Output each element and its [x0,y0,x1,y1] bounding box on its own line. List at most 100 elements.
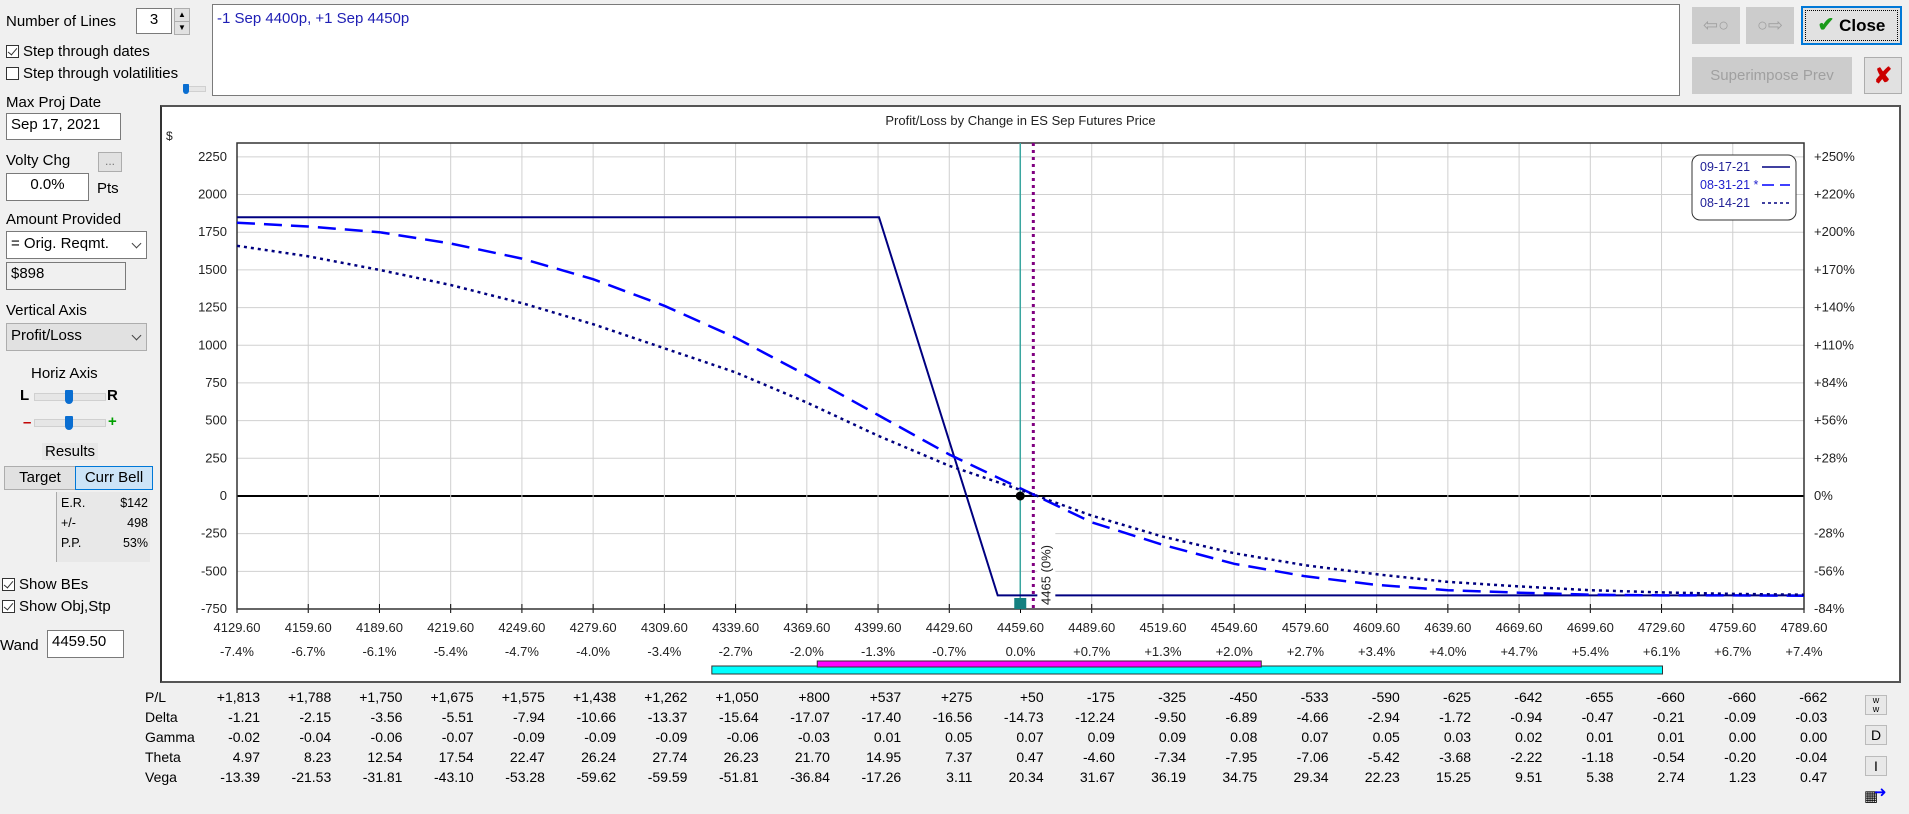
x-tick-label: 4549.60 [1211,620,1258,635]
greeks-cell: -2.22 [1510,749,1543,765]
zoom-plus-icon: + [108,413,117,430]
greeks-cell: 21.70 [794,749,830,765]
chart-panel: Profit/Loss by Change in ES Sep Futures … [160,105,1901,683]
greeks-cell: 29.34 [1293,769,1329,785]
num-lines-input[interactable]: 3 [136,8,172,34]
spin-up-icon[interactable]: ▲ [174,8,190,22]
greeks-cell: +1,813 [216,689,260,705]
horiz-zoom-thumb[interactable] [65,416,73,430]
greeks-row-label: Delta [145,709,178,725]
greeks-cell: -53.28 [505,769,545,785]
x-tick-label: 4339.60 [712,620,759,635]
spin-down-icon[interactable]: ▼ [174,22,190,35]
y2-tick-label: +56% [1814,413,1848,428]
checkbox-unchecked-icon[interactable] [6,67,19,80]
greeks-cell: 26.24 [581,749,617,765]
volty-chg-input[interactable]: 0.0% [6,173,89,201]
greeks-cell: -450 [1229,689,1258,705]
volty-units-label: Pts [97,180,119,197]
x-pct-label: -3.4% [647,644,681,659]
greeks-cell: -59.62 [576,769,617,785]
y2-tick-label: +84% [1814,375,1848,390]
greeks-cell: 7.37 [945,749,973,765]
step-dates-checkbox[interactable]: Step through dates [6,43,150,60]
horiz-pan-thumb[interactable] [65,390,73,404]
vertical-axis-select[interactable]: Profit/Loss [6,323,147,351]
pl-chart[interactable]: Profit/Loss by Change in ES Sep Futures … [162,107,1899,681]
greeks-cell: -590 [1371,689,1400,705]
greeks-cell: 34.75 [1222,769,1258,785]
result-stdev-key: +/- [61,516,76,530]
greeks-cell: -0.09 [655,729,688,745]
greeks-cell: -2.94 [1367,709,1400,725]
greeks-cell: 0.09 [1158,729,1187,745]
cancel-x-button[interactable]: ✘ [1864,57,1902,94]
chevron-down-icon [131,238,142,249]
greeks-cell: -3.68 [1439,749,1472,765]
greeks-cell: -1.72 [1439,709,1472,725]
checkbox-checked-icon[interactable] [2,578,15,591]
greeks-cell: 5.38 [1586,769,1614,785]
profit-range-bar [816,660,1262,668]
greeks-cell: +50 [1019,689,1044,705]
superimpose-prev-button[interactable]: Superimpose Prev [1692,57,1852,94]
amount-provided-select[interactable]: = Orig. Reqmt. [6,231,147,259]
y-tick-label: 2250 [198,149,227,164]
x-pct-label: +1.3% [1144,644,1182,659]
x-pct-label: +6.1% [1643,644,1681,659]
wand-input[interactable]: 4459.50 [47,630,124,658]
greeks-cell: 4.97 [232,749,260,765]
week-toggle-button[interactable]: ww [1865,695,1887,715]
greeks-cell: -5.51 [441,709,474,725]
x-pct-label: -5.4% [434,644,468,659]
greeks-cell: -660 [1656,689,1685,705]
checkbox-checked-icon[interactable] [2,600,15,613]
greeks-cell: -0.09 [513,729,545,745]
greeks-cell: +1,675 [430,689,474,705]
greeks-cell: -0.47 [1581,709,1614,725]
step-vols-checkbox[interactable]: Step through volatilities [6,65,178,82]
greeks-cell: -7.34 [1154,749,1187,765]
y-tick-label: -250 [201,526,227,541]
x-tick-label: 4279.60 [570,620,617,635]
greeks-cell: 26.23 [723,749,759,765]
current-price-marker [1014,598,1027,609]
greeks-cell: -3.56 [370,709,403,725]
greeks-cell: -660 [1728,689,1757,705]
show-obj-checkbox[interactable]: Show Obj,Stp [2,598,111,615]
max-proj-date-input[interactable]: Sep 17, 2021 [6,113,121,140]
show-bes-checkbox[interactable]: Show BEs [2,576,88,593]
x-pct-label: +0.7% [1073,644,1111,659]
greeks-cell: 0.07 [1016,729,1044,745]
greeks-cell: -2.15 [299,709,332,725]
x-tick-label: 4219.60 [427,620,474,635]
target-button[interactable]: Target [4,466,76,490]
x-tick-label: 4309.60 [641,620,688,635]
current-pl-marker [1015,491,1025,501]
d-button[interactable]: D [1865,725,1887,745]
mini-slider-thumb[interactable] [183,84,189,94]
close-button[interactable]: ✔ Close [1801,6,1902,45]
greeks-cell: -0.03 [797,729,830,745]
greeks-cell: +1,262 [644,689,688,705]
x-tick-label: 4399.60 [855,620,902,635]
checkbox-checked-icon[interactable] [6,45,19,58]
x-tick-label: 4429.60 [926,620,973,635]
greeks-cell: -7.06 [1296,749,1329,765]
greeks-cell: -175 [1086,689,1115,705]
position-description[interactable]: -1 Sep 4400p, +1 Sep 4450p [212,4,1680,96]
y2-tick-label: -56% [1814,563,1845,578]
x-tick-label: 4159.60 [285,620,332,635]
export-icon[interactable]: ▦ ➜ [1864,784,1887,807]
i-button[interactable]: I [1865,756,1887,776]
y2-tick-label: +110% [1814,337,1854,352]
greeks-cell: -655 [1585,689,1614,705]
prev-arrow-button[interactable]: ⇦○ [1692,7,1740,44]
volty-options-button[interactable]: ... [98,152,122,172]
num-lines-spinner[interactable]: ▲ ▼ [174,8,190,35]
next-arrow-button[interactable]: ○⇨ [1746,7,1794,44]
curr-bell-button[interactable]: Curr Bell [75,466,153,490]
greeks-table: P/L +1,813 +1,788 +1,750 +1,675 +1,575 +1,438 +… [0,683,1909,814]
greeks-cell: 27.74 [652,749,688,765]
x-pct-label: -4.0% [576,644,610,659]
